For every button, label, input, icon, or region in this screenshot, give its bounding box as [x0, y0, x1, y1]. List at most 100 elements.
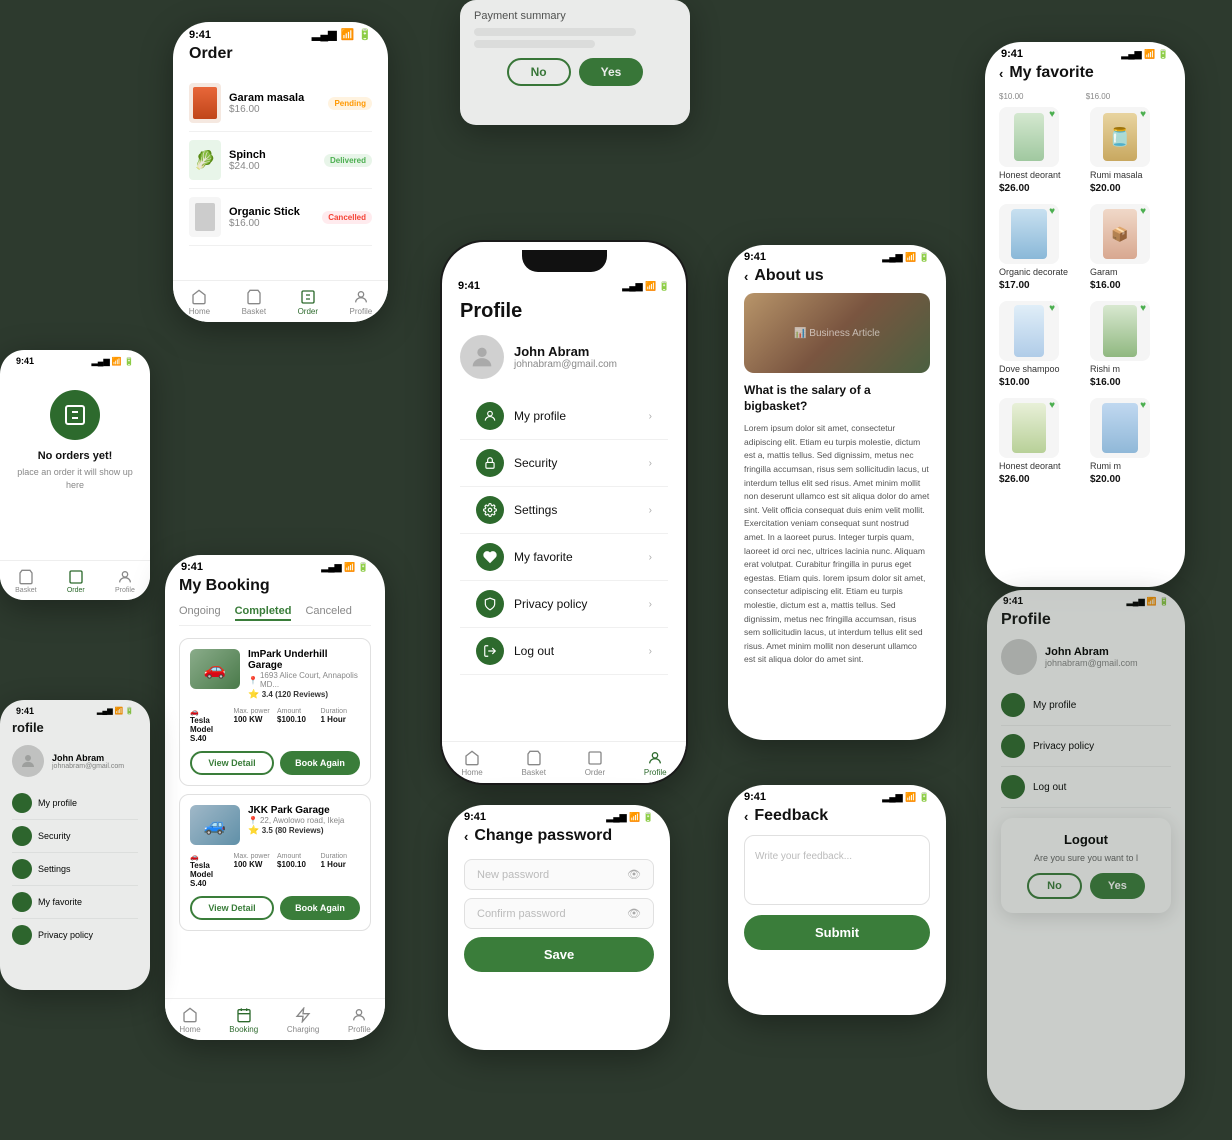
- nav-order-order[interactable]: Order: [298, 289, 318, 316]
- order-item-name-organic: Organic Stick: [229, 206, 314, 218]
- logout-dialog: Logout Are you sure you want to l No Yes: [1001, 818, 1171, 913]
- order-item-garam: Garam masala $16.00 Pending: [189, 75, 372, 132]
- booking-specs-2: 🚗 Tesla Model S.40 Max. power 100 KW Amo…: [190, 853, 360, 888]
- menu-item-security[interactable]: Security ›: [460, 440, 668, 487]
- profile-avatar: [460, 335, 504, 379]
- heart-badge-8: ♥: [1140, 400, 1146, 411]
- order-badge-pending: Pending: [328, 97, 372, 110]
- confirm-password-field[interactable]: Confirm password 👁: [464, 898, 654, 929]
- order-status-icons: ▂▄▆📶🔋: [312, 28, 372, 41]
- menu-label-settings: Settings: [514, 503, 649, 517]
- feedback-back-btn[interactable]: ‹ Feedback: [744, 807, 930, 825]
- menu-item-myprofile[interactable]: My profile ›: [460, 393, 668, 440]
- menu-label-security: Security: [514, 456, 649, 470]
- order-badge-cancelled: Cancelled: [322, 211, 372, 224]
- order-item-name-spinach: Spinch: [229, 149, 316, 161]
- favorite-product-3: ♥ Organic decorate $17.00: [999, 204, 1080, 291]
- nav-order-profile[interactable]: Order: [585, 750, 605, 777]
- book-again-btn-1[interactable]: Book Again: [280, 751, 360, 775]
- about-status-bar: 9:41 ▂▄▆ 📶 🔋: [728, 245, 946, 267]
- phone-profile-main: 9:41 ▂▄▆ 📶 🔋 Profile John Abram johnabra…: [440, 240, 688, 785]
- product-img-3: ♥: [999, 204, 1059, 264]
- booking-tabs: Ongoing Completed Canceled: [179, 605, 371, 626]
- tab-completed[interactable]: Completed: [235, 605, 292, 621]
- save-password-btn[interactable]: Save: [464, 937, 654, 972]
- view-detail-btn-1[interactable]: View Detail: [190, 751, 274, 775]
- new-password-field[interactable]: New password 👁: [464, 859, 654, 890]
- profile-status-icons: ▂▄▆ 📶 🔋: [622, 281, 670, 292]
- heart-badge-4: ♥: [1140, 206, 1146, 217]
- garage-img-2: 🚙: [190, 805, 240, 845]
- order-item-price-spinach: $24.00: [229, 161, 316, 172]
- heart-badge-1: ♥: [1049, 109, 1055, 120]
- far-left-menu-4: My favorite: [12, 886, 138, 919]
- about-time: 9:41: [744, 251, 766, 263]
- menu-item-privacy[interactable]: Privacy policy ›: [460, 581, 668, 628]
- menu-icon-gear: [476, 496, 504, 524]
- product-img-8: ♥: [1090, 398, 1150, 458]
- logout-dialog-message: Are you sure you want to l: [1015, 853, 1157, 863]
- far-left-menu-5: Privacy policy: [12, 919, 138, 951]
- order-time: 9:41: [189, 29, 211, 41]
- garage-address-1: 📍1693 Alice Court, Annapolis MD...: [248, 671, 360, 689]
- nav-charging-booking[interactable]: Charging: [287, 1007, 319, 1034]
- booking-status-bar: 9:41 ▂▄▆ 📶 🔋: [165, 555, 385, 577]
- nav-home-booking[interactable]: Home: [179, 1007, 200, 1034]
- far-left-user-email: johnabram@gmail.com: [52, 763, 124, 770]
- far-left-status: 9:41 ▂▄▆ 📶 🔋: [0, 700, 150, 720]
- nav-booking-booking[interactable]: Booking: [229, 1007, 258, 1034]
- far-left-user: John Abram johnabram@gmail.com: [12, 745, 138, 777]
- profile-main-title: Profile: [460, 300, 668, 323]
- feedback-submit-btn[interactable]: Submit: [744, 915, 930, 950]
- nav-profile-no-orders[interactable]: Profile: [115, 569, 135, 594]
- about-article-body: Lorem ipsum dolor sit amet, consectetur …: [744, 422, 930, 667]
- order-item-spinach: 🥬 Spinch $24.00 Delivered: [189, 132, 372, 189]
- nav-basket-no-orders[interactable]: Basket: [15, 569, 36, 594]
- dialog-no-button[interactable]: No: [507, 58, 571, 86]
- logout-no-btn[interactable]: No: [1027, 873, 1082, 899]
- nav-basket-order[interactable]: Basket: [242, 289, 266, 316]
- order-item-img-garam: [189, 83, 221, 123]
- menu-item-logout[interactable]: Log out ›: [460, 628, 668, 675]
- phone-notch-area: [442, 242, 686, 272]
- tab-canceled[interactable]: Canceled: [305, 605, 351, 621]
- eye-icon-1[interactable]: 👁: [627, 868, 641, 881]
- menu-item-favorite[interactable]: My favorite ›: [460, 534, 668, 581]
- menu-chevron-security: ›: [649, 458, 652, 469]
- product-name-1: Honest deorant: [999, 170, 1061, 180]
- feedback-textarea[interactable]: Write your feedback...: [744, 835, 930, 905]
- partial-menu-label-logout: Log out: [1033, 782, 1066, 793]
- phone-booking: 9:41 ▂▄▆ 📶 🔋 My Booking Ongoing Complete…: [165, 555, 385, 1040]
- phone-feedback: 9:41 ▂▄▆ 📶 🔋 ‹ Feedback Write your feedb…: [728, 785, 946, 1015]
- logout-yes-btn[interactable]: Yes: [1090, 873, 1145, 899]
- dialog-yes-button[interactable]: Yes: [579, 58, 644, 86]
- feedback-placeholder: Write your feedback...: [755, 851, 852, 862]
- book-again-btn-2[interactable]: Book Again: [280, 896, 360, 920]
- view-detail-btn-2[interactable]: View Detail: [190, 896, 274, 920]
- nav-basket-profile[interactable]: Basket: [521, 750, 545, 777]
- about-back-btn[interactable]: ‹ About us: [744, 267, 930, 285]
- nav-profile-order[interactable]: Profile: [350, 289, 373, 316]
- menu-chevron-logout: ›: [649, 646, 652, 657]
- nav-order-no-orders[interactable]: Order: [67, 569, 85, 594]
- menu-icon-shield: [476, 590, 504, 618]
- order-item-organic: Organic Stick $16.00 Cancelled: [189, 189, 372, 246]
- menu-item-settings[interactable]: Settings ›: [460, 487, 668, 534]
- garage-name-1: ImPark Underhill Garage: [248, 649, 360, 671]
- partial-menu-privacy: Privacy policy: [1001, 726, 1171, 767]
- order-item-price-organic: $16.00: [229, 218, 314, 229]
- nav-home-profile[interactable]: Home: [461, 750, 482, 777]
- product-price-6: $16.00: [1090, 377, 1121, 388]
- nav-profile-booking[interactable]: Profile: [348, 1007, 371, 1034]
- password-back-btn[interactable]: ‹ Change password: [464, 827, 654, 845]
- phone-order: 9:41 ▂▄▆📶🔋 Order Garam masala $16.00 Pen…: [173, 22, 388, 322]
- nav-profile-profile[interactable]: Profile: [644, 750, 667, 777]
- booking-bottom-nav: Home Booking Charging Profile: [165, 998, 385, 1040]
- nav-home-order[interactable]: Home: [189, 289, 210, 316]
- favorite-back-btn[interactable]: ‹ My favorite: [999, 64, 1171, 82]
- favorite-title: My favorite: [1009, 64, 1093, 82]
- booking-card-1: 🚗 ImPark Underhill Garage 📍1693 Alice Co…: [179, 638, 371, 786]
- tab-ongoing[interactable]: Ongoing: [179, 605, 221, 621]
- partial-menu-logout: Log out: [1001, 767, 1171, 808]
- eye-icon-2[interactable]: 👁: [627, 907, 641, 920]
